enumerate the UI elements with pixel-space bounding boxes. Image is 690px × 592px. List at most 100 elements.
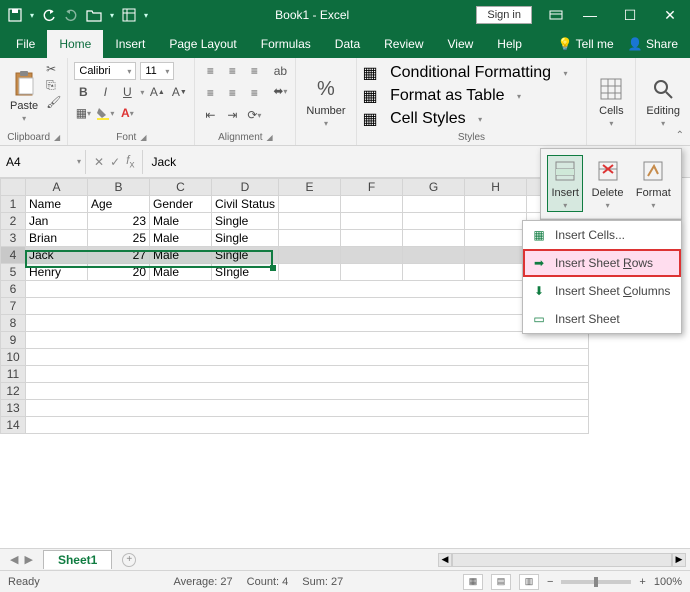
sign-in-button[interactable]: Sign in (476, 6, 532, 24)
cell[interactable]: Male (150, 230, 212, 247)
tell-me-button[interactable]: 💡 Tell me (558, 37, 614, 51)
menu-insert-sheet-columns[interactable]: ⬇ Insert Sheet Columns (523, 277, 681, 305)
cell[interactable] (26, 332, 589, 349)
row-header[interactable]: 6 (1, 281, 26, 298)
ribbon-display-icon[interactable] (542, 0, 570, 30)
col-header[interactable]: H (465, 179, 527, 196)
cell[interactable] (26, 400, 589, 417)
dialog-launcher-icon[interactable]: ◢ (267, 133, 273, 142)
row-header[interactable]: 1 (1, 196, 26, 213)
cell[interactable] (403, 196, 465, 213)
cell[interactable] (465, 247, 527, 264)
cell[interactable] (465, 264, 527, 281)
insert-split-button[interactable]: Insert ▾ (547, 155, 583, 212)
col-header[interactable]: G (403, 179, 465, 196)
cell[interactable]: Gender (150, 196, 212, 213)
cell[interactable] (279, 264, 341, 281)
row-header[interactable]: 12 (1, 383, 26, 400)
cell[interactable] (341, 196, 403, 213)
cell[interactable]: Jan (26, 213, 88, 230)
zoom-out-button[interactable]: − (547, 576, 553, 588)
row-header[interactable]: 8 (1, 315, 26, 332)
cut-icon[interactable]: ✂ (46, 62, 61, 76)
cell[interactable] (279, 230, 341, 247)
cell[interactable]: Single (212, 247, 279, 264)
increase-indent-icon[interactable]: ⇥ (223, 106, 241, 124)
minimize-button[interactable]: — (570, 0, 610, 30)
cell[interactable]: Brian (26, 230, 88, 247)
cell[interactable]: Age (88, 196, 150, 213)
number-format-button[interactable]: % Number ▾ (302, 62, 349, 141)
align-top-icon[interactable]: ≡ (201, 62, 219, 80)
cell[interactable] (403, 230, 465, 247)
fill-color-icon[interactable]: ▾ (96, 104, 114, 122)
share-button[interactable]: 👤 Share (628, 37, 678, 51)
cell[interactable] (403, 213, 465, 230)
open-icon[interactable] (86, 8, 102, 22)
wrap-text-icon[interactable]: ab (271, 62, 289, 80)
decrease-indent-icon[interactable]: ⇤ (201, 106, 219, 124)
sheet-nav-next-icon[interactable]: ▶ (24, 553, 32, 566)
format-as-table-button[interactable]: ▦ Format as Table ▾ (363, 86, 581, 106)
tab-review[interactable]: Review (372, 30, 435, 58)
cells-button[interactable]: Cells ▾ (593, 62, 629, 141)
cell[interactable] (26, 417, 589, 434)
borders-icon[interactable]: ▦▾ (74, 104, 92, 122)
underline-button[interactable]: U (118, 83, 136, 101)
align-bottom-icon[interactable]: ≡ (245, 62, 263, 80)
cell[interactable] (341, 247, 403, 264)
cell-styles-button[interactable]: ▦ Cell Styles ▾ (363, 109, 581, 129)
copy-icon[interactable]: ⎘ (46, 78, 61, 93)
cell[interactable] (279, 247, 341, 264)
chevron-down-icon[interactable]: ▾ (140, 88, 144, 97)
decrease-font-icon[interactable]: A▼ (170, 83, 188, 101)
cell[interactable]: Henry (26, 264, 88, 281)
cell[interactable] (465, 230, 527, 247)
cell[interactable] (403, 247, 465, 264)
cell[interactable]: Civil Status (212, 196, 279, 213)
paste-button[interactable]: Paste ▾ (6, 62, 42, 130)
maximize-button[interactable]: ☐ (610, 0, 650, 30)
cell[interactable]: Single (212, 230, 279, 247)
tab-help[interactable]: Help (485, 30, 534, 58)
tab-data[interactable]: Data (323, 30, 372, 58)
qat-customize-icon[interactable]: ▾ (30, 11, 34, 20)
redo-icon[interactable] (64, 8, 78, 22)
col-header[interactable]: D (212, 179, 279, 196)
tab-home[interactable]: Home (47, 30, 103, 58)
cell[interactable]: Single (212, 213, 279, 230)
tab-view[interactable]: View (436, 30, 486, 58)
cell[interactable] (465, 196, 527, 213)
cell[interactable] (465, 213, 527, 230)
undo-icon[interactable] (42, 8, 56, 22)
increase-font-icon[interactable]: A▲ (148, 83, 166, 101)
row-header[interactable]: 5 (1, 264, 26, 281)
format-painter-icon[interactable]: 🖌 (46, 95, 61, 109)
dialog-launcher-icon[interactable]: ◢ (54, 133, 60, 142)
menu-insert-sheet-rows[interactable]: ➡ Insert Sheet Rows (523, 249, 681, 277)
cell[interactable]: 23 (88, 213, 150, 230)
cell[interactable] (26, 366, 589, 383)
col-header[interactable]: A (26, 179, 88, 196)
cell[interactable] (341, 213, 403, 230)
horizontal-scrollbar[interactable] (452, 553, 672, 567)
cell[interactable] (26, 281, 589, 298)
font-size-dropdown[interactable]: 11▾ (140, 62, 174, 80)
cell[interactable]: SIngle (212, 264, 279, 281)
tab-page-layout[interactable]: Page Layout (157, 30, 248, 58)
conditional-formatting-button[interactable]: ▦ Conditional Formatting ▾ (363, 63, 581, 83)
select-all-button[interactable] (1, 179, 26, 196)
sheet-tab[interactable]: Sheet1 (43, 550, 112, 569)
cell[interactable]: Jack (26, 247, 88, 264)
save-icon[interactable] (8, 8, 22, 22)
cell[interactable] (341, 230, 403, 247)
orientation-icon[interactable]: ⟳▾ (245, 106, 263, 124)
cell[interactable]: Male (150, 247, 212, 264)
cell[interactable] (26, 383, 589, 400)
align-left-icon[interactable]: ≡ (201, 84, 219, 102)
row-header[interactable]: 9 (1, 332, 26, 349)
menu-insert-sheet[interactable]: ▭ Insert Sheet (523, 305, 681, 333)
collapse-ribbon-icon[interactable]: ⌃ (676, 130, 684, 141)
row-header[interactable]: 13 (1, 400, 26, 417)
cell[interactable] (26, 315, 589, 332)
